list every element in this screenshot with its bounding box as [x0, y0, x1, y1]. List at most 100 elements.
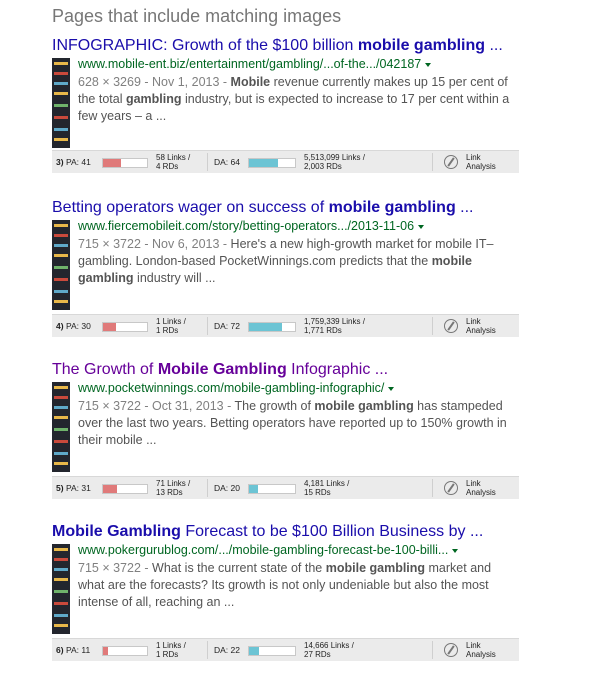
infographic-thumbnail[interactable] — [52, 58, 70, 148]
domain-authority-label: DA: 20 — [214, 483, 240, 493]
link-analysis-icon[interactable] — [444, 155, 458, 169]
page-authority-fill — [103, 323, 116, 331]
image-meta: 715 × 3722 - — [78, 561, 153, 575]
metrics-rank: 5) PA: 31 — [56, 483, 91, 493]
dropdown-arrow-icon[interactable] — [418, 224, 425, 229]
divider — [432, 317, 433, 335]
snippet-text: What is the current state of the — [152, 561, 326, 575]
title-text: INFOGRAPHIC: Growth of the $100 billion — [52, 37, 358, 54]
domain-links: 4,181 Links /15 RDs — [304, 479, 350, 497]
divider — [432, 153, 433, 171]
result-url[interactable]: www.fiercemobileit.com/story/betting-ope… — [78, 219, 425, 233]
result-url[interactable]: www.mobile-ent.biz/entertainment/gamblin… — [78, 57, 432, 71]
title-text: The Growth of — [52, 361, 158, 378]
page-authority-meter — [102, 322, 148, 332]
domain-authority-label: DA: 64 — [214, 157, 240, 167]
result-snippet: 628 × 3269 - Nov 1, 2013 - Mobile revenu… — [78, 74, 518, 125]
image-meta: 628 × 3269 - Nov 1, 2013 - — [78, 75, 231, 89]
snippet-bold: mobile gambling — [325, 561, 426, 575]
snippet-bold: mobile gambling — [314, 399, 414, 413]
link-analysis-icon[interactable] — [444, 319, 458, 333]
domain-authority-fill — [249, 485, 258, 493]
title-bold: mobile gambling — [357, 37, 486, 54]
page-authority-fill — [103, 647, 108, 655]
page-authority-label: PA: 11 — [65, 645, 91, 655]
section-heading: Pages that include matching images — [52, 6, 342, 26]
link-analysis-link[interactable]: Link Analysis — [466, 641, 496, 659]
domain-authority-label: DA: 72 — [214, 321, 240, 331]
title-text: Betting operators wager on success of — [52, 199, 329, 216]
domain-authority-meter — [248, 322, 296, 332]
domain-links: 1,759,339 Links /1,771 RDs — [304, 317, 365, 335]
page-links: 1 Links /1 RDs — [156, 641, 186, 659]
infographic-thumbnail[interactable] — [52, 544, 70, 634]
domain-authority-meter — [248, 158, 296, 168]
result-snippet: 715 × 3722 - Nov 6, 2013 - Here's a new … — [78, 236, 518, 287]
result-snippet: 715 × 3722 - Oct 31, 2013 - The growth o… — [78, 398, 518, 449]
page-links: 58 Links /4 RDs — [156, 153, 191, 171]
link-analysis-link[interactable]: Link Analysis — [466, 153, 496, 171]
infographic-thumbnail[interactable] — [52, 220, 70, 310]
divider — [207, 317, 208, 335]
link-analysis-icon[interactable] — [444, 643, 458, 657]
divider — [432, 479, 433, 497]
title-text: ... — [485, 37, 503, 54]
metrics-rank: 4) PA: 30 — [56, 321, 91, 331]
page-authority-meter — [102, 484, 148, 494]
result-title-link[interactable]: Mobile Gambling Forecast to be $100 Bill… — [52, 522, 483, 542]
dropdown-arrow-icon[interactable] — [425, 62, 432, 67]
page-authority-meter — [102, 646, 148, 656]
url-text: www.mobile-ent.biz/entertainment/gamblin… — [78, 57, 422, 71]
title-bold: mobile gambling — [328, 199, 456, 216]
page-authority-label: PA: 41 — [65, 157, 91, 167]
seo-metrics-bar: 4) PA: 30 1 Links /1 RDs DA: 72 1,759,33… — [52, 314, 519, 337]
divider — [207, 641, 208, 659]
seo-metrics-bar: 3) PA: 41 58 Links /4 RDs DA: 64 5,513,0… — [52, 150, 519, 173]
snippet-text: industry will ... — [133, 271, 216, 285]
divider — [207, 479, 208, 497]
result-title-link[interactable]: Betting operators wager on success of mo… — [52, 198, 474, 218]
title-text: Forecast to be $100 Billion Business by … — [180, 523, 484, 540]
seo-metrics-bar: 6) PA: 11 1 Links /1 RDs DA: 22 14,666 L… — [52, 638, 519, 661]
infographic-thumbnail[interactable] — [52, 382, 70, 472]
url-text: www.pocketwinnings.com/mobile-gambling-i… — [78, 381, 385, 395]
result-url[interactable]: www.pocketwinnings.com/mobile-gambling-i… — [78, 381, 395, 395]
link-analysis-link[interactable]: Link Analysis — [466, 317, 496, 335]
domain-authority-fill — [249, 159, 278, 167]
title-text: Infographic ... — [286, 361, 389, 378]
snippet-bold: gambling — [125, 92, 182, 106]
image-meta: 715 × 3722 - Nov 6, 2013 - — [78, 237, 231, 251]
dropdown-arrow-icon[interactable] — [452, 548, 459, 553]
page-authority-label: PA: 31 — [65, 483, 91, 493]
page-authority-label: PA: 30 — [65, 321, 91, 331]
link-analysis-link[interactable]: Link Analysis — [466, 479, 496, 497]
page-links: 1 Links /1 RDs — [156, 317, 186, 335]
domain-authority-meter — [248, 646, 296, 656]
seo-metrics-bar: 5) PA: 31 71 Links /13 RDs DA: 20 4,181 … — [52, 476, 519, 499]
divider — [207, 153, 208, 171]
link-analysis-icon[interactable] — [444, 481, 458, 495]
result-title-link[interactable]: INFOGRAPHIC: Growth of the $100 billion … — [52, 36, 503, 56]
url-text: www.pokergurublog.com/.../mobile-gamblin… — [78, 543, 449, 557]
domain-authority-fill — [249, 647, 259, 655]
result-url[interactable]: www.pokergurublog.com/.../mobile-gamblin… — [78, 543, 459, 557]
domain-links: 5,513,099 Links /2,003 RDs — [304, 153, 365, 171]
domain-authority-label: DA: 22 — [214, 645, 240, 655]
domain-authority-meter — [248, 484, 296, 494]
metrics-rank: 3) PA: 41 — [56, 157, 91, 167]
snippet-bold: Mobile — [230, 75, 271, 89]
snippet-text: The growth of — [234, 399, 315, 413]
domain-authority-fill — [249, 323, 282, 331]
page-authority-meter — [102, 158, 148, 168]
dropdown-arrow-icon[interactable] — [388, 386, 395, 391]
page-links: 71 Links /13 RDs — [156, 479, 191, 497]
result-snippet: 715 × 3722 - What is the current state o… — [78, 560, 518, 611]
metrics-rank: 6) PA: 11 — [56, 645, 91, 655]
page-authority-fill — [103, 159, 121, 167]
divider — [432, 641, 433, 659]
domain-links: 14,666 Links /27 RDs — [304, 641, 354, 659]
result-title-link[interactable]: The Growth of Mobile Gambling Infographi… — [52, 360, 388, 380]
title-text: ... — [455, 199, 474, 216]
page-authority-fill — [103, 485, 117, 493]
url-text: www.fiercemobileit.com/story/betting-ope… — [78, 219, 415, 233]
